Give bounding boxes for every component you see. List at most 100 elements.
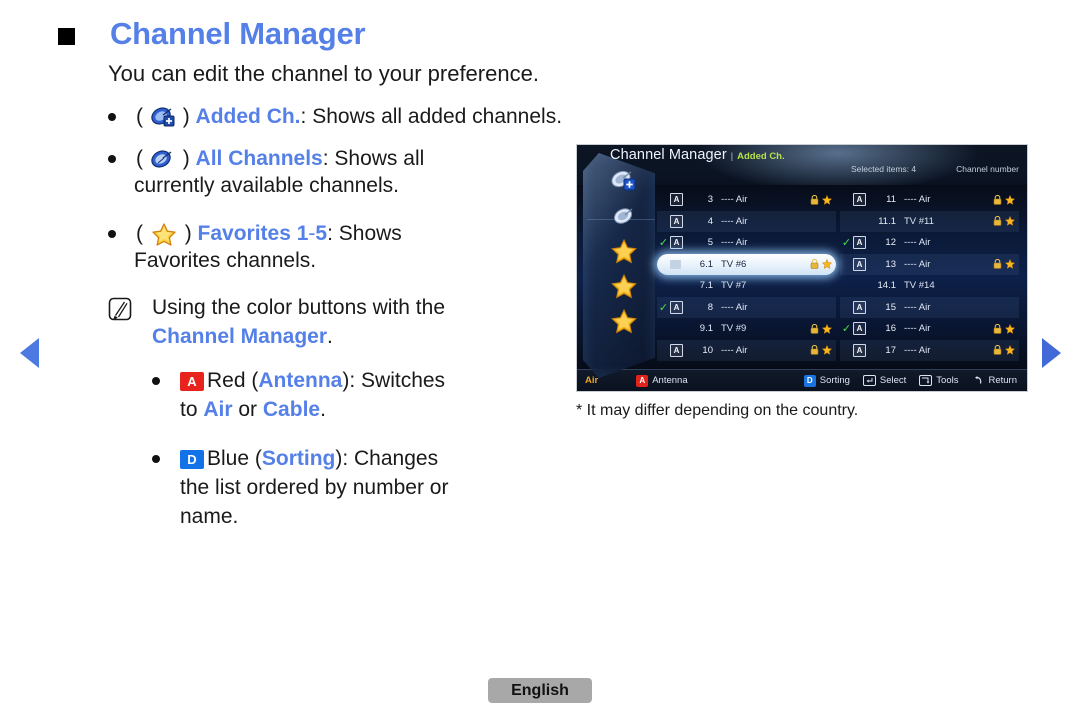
selection-block-icon bbox=[670, 259, 681, 269]
red-antenna-line2-end: . bbox=[320, 398, 326, 421]
antenna-badge: A bbox=[670, 193, 685, 207]
antenna-badge: A bbox=[853, 257, 868, 271]
page-title: Channel Manager bbox=[110, 16, 366, 51]
paren-open: ( bbox=[136, 222, 143, 245]
footer-sorting-label: Sorting bbox=[819, 375, 850, 386]
blue-sorting-line2: the list ordered by number or bbox=[180, 476, 449, 499]
bullet-favorites-rest2: Favorites channels. bbox=[134, 249, 317, 272]
lock-icon bbox=[993, 345, 1002, 355]
tv-title: Channel Manager bbox=[610, 147, 727, 163]
channel-row[interactable]: 11.1 TV #11 bbox=[840, 210, 1019, 232]
channel-name: TV #11 bbox=[904, 215, 934, 227]
sidebar-item-added-channels[interactable] bbox=[609, 163, 639, 198]
star-icon bbox=[1005, 345, 1015, 356]
bullet-favorites-rest: : Shows bbox=[327, 222, 402, 245]
term-all-channels: All Channels bbox=[195, 147, 323, 170]
star-icon bbox=[822, 345, 832, 356]
channel-row[interactable]: 9.1 TV #9 bbox=[657, 318, 836, 340]
star-icon bbox=[822, 194, 832, 205]
star-icon bbox=[151, 222, 177, 246]
antenna-badge: A bbox=[853, 236, 868, 250]
lock-icon bbox=[810, 194, 819, 205]
antenna-a-icon: A bbox=[853, 343, 866, 357]
language-button[interactable]: English bbox=[488, 678, 592, 703]
sidebar-item-favorites-2[interactable] bbox=[610, 268, 638, 303]
antenna-badge bbox=[670, 259, 685, 269]
antenna-a-icon: A bbox=[853, 236, 866, 250]
channel-name: TV #6 bbox=[721, 258, 747, 270]
sidebar-item-favorites-1[interactable] bbox=[610, 233, 638, 268]
red-antenna-line2-pre: to bbox=[180, 398, 204, 421]
channel-row[interactable]: ✓ A 12 ---- Air bbox=[840, 232, 1019, 254]
channel-row[interactable]: A 13 ---- Air bbox=[840, 253, 1019, 275]
channel-row[interactable]: ✓ A 16 ---- Air bbox=[840, 318, 1019, 340]
key-a-red-icon: A bbox=[180, 372, 204, 391]
footer-tools-button[interactable]: Tools bbox=[919, 375, 958, 386]
tv-screenshot: Channel Manager | Added Ch. Selected ite… bbox=[576, 144, 1028, 392]
channel-row[interactable]: A 3 ---- Air bbox=[657, 189, 836, 211]
intro-text: You can edit the channel to your prefere… bbox=[108, 61, 539, 86]
antenna-a-icon: A bbox=[853, 257, 866, 271]
antenna-a-icon: A bbox=[853, 322, 866, 336]
red-antenna-pre: Red ( bbox=[207, 369, 259, 392]
page-heading: Channel Manager bbox=[58, 16, 366, 52]
channel-number: 16 bbox=[885, 323, 896, 335]
channel-row[interactable]: 14.1 TV #14 bbox=[840, 275, 1019, 297]
link-sorting: Sorting bbox=[261, 447, 336, 470]
channel-status-icons bbox=[985, 323, 1019, 334]
channel-status-icons bbox=[802, 323, 836, 334]
channel-row[interactable]: ✓ A 5 ---- Air bbox=[657, 232, 836, 254]
channel-name: ---- Air bbox=[904, 301, 931, 313]
note-line2-end: . bbox=[327, 325, 333, 348]
term-favorites: Favorites 1 bbox=[197, 222, 309, 245]
checkmark-icon: ✓ bbox=[658, 301, 669, 314]
channel-status-icons bbox=[802, 259, 836, 270]
channel-row[interactable]: A 17 ---- Air bbox=[840, 339, 1019, 361]
channel-status-icons bbox=[985, 216, 1019, 227]
tv-sidebar-icons bbox=[599, 163, 649, 338]
channel-number: 15 bbox=[885, 301, 896, 313]
tv-active-tab[interactable]: Added Ch. bbox=[737, 151, 785, 162]
arrow-right-icon[interactable] bbox=[1042, 338, 1061, 368]
channel-name: ---- Air bbox=[721, 344, 748, 356]
bullet-all-channels: ( ) All Channels: Shows all currently av… bbox=[108, 145, 508, 199]
bullet-added-ch-rest: : Shows all added channels. bbox=[300, 105, 563, 128]
sidebar-item-all-channels[interactable] bbox=[611, 198, 637, 233]
paren-open: ( bbox=[136, 147, 143, 170]
antenna-badge: A bbox=[670, 300, 685, 314]
antenna-a-icon: A bbox=[670, 214, 683, 228]
footer-sorting-button[interactable]: D Sorting bbox=[803, 374, 850, 387]
footer-return-button[interactable]: Return bbox=[971, 375, 1017, 386]
bullet-favorites: ( ) Favorites 1-5: Shows Favorites chann… bbox=[108, 220, 508, 274]
channel-number: 12 bbox=[885, 237, 896, 249]
channel-number: 11.1 bbox=[878, 215, 896, 227]
channel-name: ---- Air bbox=[721, 301, 748, 313]
channel-name: ---- Air bbox=[721, 237, 748, 249]
paren-close: ) bbox=[182, 105, 190, 128]
channel-row[interactable]: 7.1 TV #7 bbox=[657, 275, 836, 297]
channel-row[interactable]: A 10 ---- Air bbox=[657, 339, 836, 361]
star-icon bbox=[822, 323, 832, 334]
lock-icon bbox=[993, 194, 1002, 205]
channel-row[interactable]: 6.1 TV #6 bbox=[657, 253, 836, 275]
arrow-left-icon[interactable] bbox=[20, 338, 39, 368]
dot-bullet-icon bbox=[152, 455, 160, 463]
channel-row[interactable]: ✓ A 8 ---- Air bbox=[657, 296, 836, 318]
channel-row[interactable]: A 15 ---- Air bbox=[840, 296, 1019, 318]
sidebar-item-favorites-3[interactable] bbox=[610, 303, 638, 338]
channel-row[interactable]: A 4 ---- Air bbox=[657, 210, 836, 232]
dot-bullet-icon bbox=[108, 230, 116, 238]
channel-name: ---- Air bbox=[904, 258, 931, 270]
footer-select-button[interactable]: Select bbox=[862, 375, 906, 386]
lock-icon bbox=[810, 323, 819, 334]
channel-name: ---- Air bbox=[904, 194, 931, 206]
red-antenna-line2-mid: or bbox=[232, 398, 263, 421]
channel-row[interactable]: A 11 ---- Air bbox=[840, 189, 1019, 211]
note-link-channel-manager: Channel Manager bbox=[152, 325, 328, 348]
sub-bullet-red-antenna: A Red (Antenna): Switches to Air or Cable… bbox=[152, 366, 572, 424]
link-antenna: Antenna bbox=[258, 369, 343, 392]
star-icon bbox=[1005, 216, 1015, 227]
term-favorites-end: 5 bbox=[315, 222, 328, 245]
dot-bullet-icon bbox=[108, 155, 116, 163]
footer-antenna-label: Antenna bbox=[652, 375, 688, 386]
